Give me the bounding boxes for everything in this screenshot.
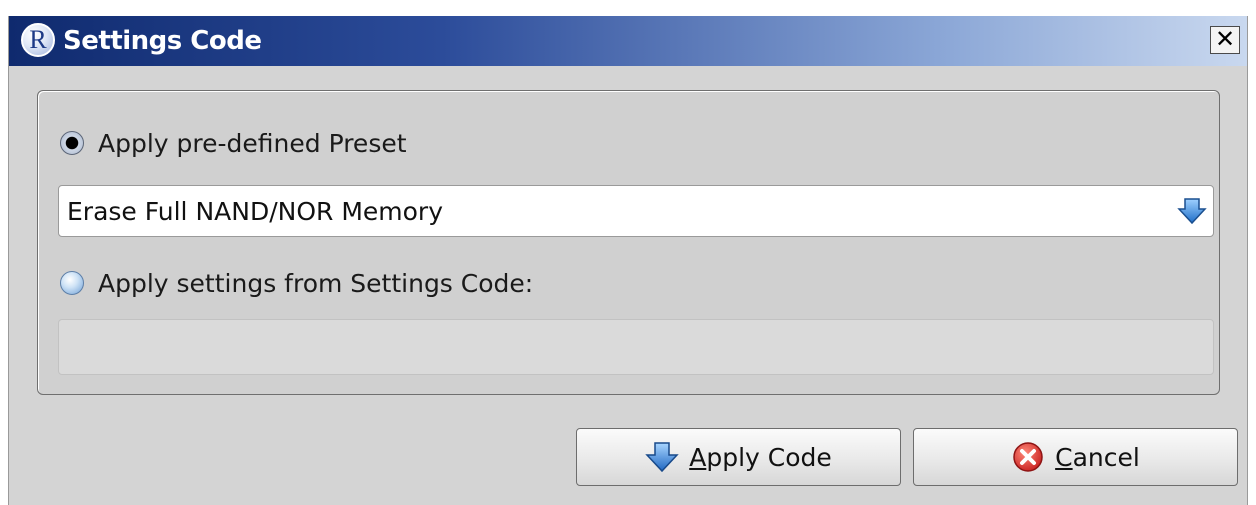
apply-code-label: Apply Code xyxy=(689,442,832,472)
preset-dropdown[interactable]: Erase Full NAND/NOR Memory xyxy=(58,185,1214,237)
preset-dropdown-value: Erase Full NAND/NOR Memory xyxy=(67,197,443,226)
options-group: Apply pre-defined Preset Erase Full NAND… xyxy=(37,90,1220,395)
close-icon: ✕ xyxy=(1214,25,1236,53)
code-radio-row[interactable]: Apply settings from Settings Code: xyxy=(60,265,533,301)
chevron-down-icon[interactable] xyxy=(1177,197,1207,225)
cancel-icon xyxy=(1013,442,1043,472)
app-logo-icon: R xyxy=(21,23,55,57)
preset-radio-label: Apply pre-defined Preset xyxy=(98,128,407,158)
settings-code-dialog: R Settings Code ✕ Apply pre-defined Pres… xyxy=(8,16,1248,505)
code-radio[interactable] xyxy=(60,271,84,295)
arrow-down-icon xyxy=(645,442,679,473)
window-title: Settings Code xyxy=(63,26,262,56)
preset-radio[interactable] xyxy=(60,131,84,155)
preset-radio-row[interactable]: Apply pre-defined Preset xyxy=(60,125,407,161)
apply-code-button[interactable]: Apply Code xyxy=(576,428,901,486)
cancel-button[interactable]: Cancel xyxy=(913,428,1238,486)
close-button[interactable]: ✕ xyxy=(1210,26,1240,54)
title-bar[interactable]: R Settings Code ✕ xyxy=(9,16,1247,66)
settings-code-input[interactable] xyxy=(58,319,1214,375)
cancel-label: Cancel xyxy=(1055,442,1140,472)
code-radio-label: Apply settings from Settings Code: xyxy=(98,268,534,298)
